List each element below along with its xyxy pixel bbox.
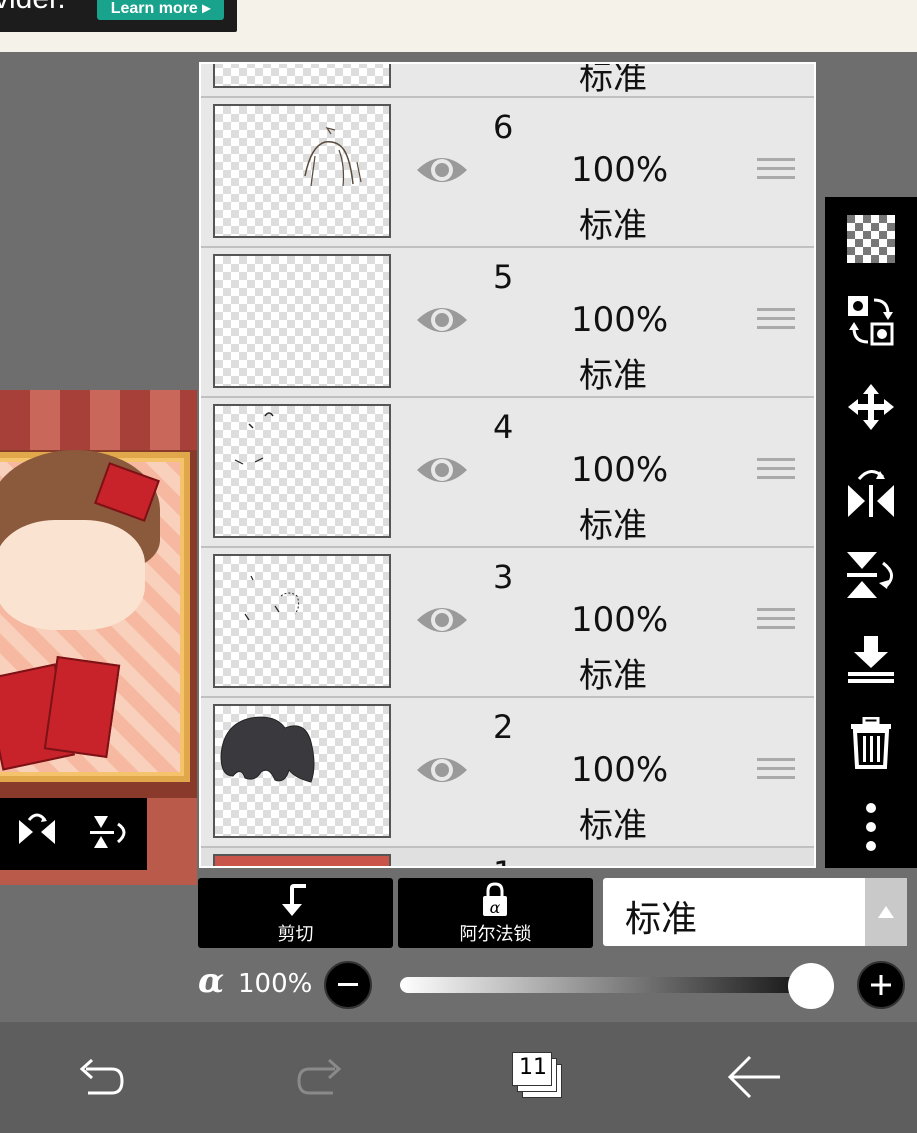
- redo-button[interactable]: [294, 1052, 346, 1102]
- layer-number: 3: [493, 558, 514, 596]
- layer-blend-mode: 标准: [579, 656, 647, 696]
- opacity-slider-handle[interactable]: [788, 963, 834, 1009]
- opacity-value: 100%: [238, 969, 313, 999]
- plus-icon: [871, 975, 891, 995]
- alpha-lock-label: 阿尔法锁: [459, 924, 532, 945]
- layer-opacity: 100%: [571, 450, 669, 490]
- layers-button[interactable]: 11: [512, 1052, 562, 1100]
- layer-row[interactable]: 6 100% 标准: [201, 98, 814, 248]
- canvas-transform-toolbar: [0, 798, 147, 870]
- layer-number: 1: [493, 854, 513, 866]
- flip-vertical-icon[interactable]: [88, 812, 132, 856]
- eye-icon[interactable]: [415, 600, 469, 640]
- redo-icon: [297, 1058, 342, 1095]
- layer-opacity: 100%: [571, 600, 669, 640]
- minus-icon: [338, 983, 358, 986]
- flip-vertical-icon[interactable]: [825, 545, 917, 605]
- back-button[interactable]: [726, 1052, 782, 1102]
- layer-number: 6: [493, 108, 514, 146]
- layer-blend-mode: 标准: [579, 206, 647, 246]
- layer-row[interactable]: 1: [201, 848, 814, 866]
- eye-icon[interactable]: [415, 750, 469, 790]
- layer-number: 5: [493, 258, 514, 296]
- layer-row[interactable]: 5 100% 标准: [201, 248, 814, 398]
- layer-blend-mode: 标准: [579, 806, 647, 846]
- bottom-nav: 11: [0, 1022, 917, 1133]
- layer-blend-mode: 标准: [579, 356, 647, 396]
- flip-horizontal-icon[interactable]: [825, 463, 917, 523]
- clipping-label: 剪切: [277, 924, 314, 945]
- more-options-icon[interactable]: [825, 797, 917, 857]
- eye-icon[interactable]: [415, 300, 469, 340]
- layer-number: 2: [493, 708, 514, 746]
- svg-text:α: α: [490, 898, 501, 917]
- alpha-symbol: α: [198, 961, 225, 1001]
- undo-button[interactable]: [75, 1052, 127, 1102]
- layer-blend-mode: 标准: [579, 62, 647, 98]
- swap-select-icon[interactable]: [825, 291, 917, 351]
- alpha-lock-button[interactable]: α 阿尔法锁: [398, 878, 593, 948]
- trash-icon[interactable]: [825, 713, 917, 773]
- opacity-slider[interactable]: [400, 977, 812, 993]
- layer-number: 4: [493, 408, 514, 446]
- ad-banner: vider. Learn more ▸: [0, 0, 917, 52]
- opacity-row: α 100%: [0, 955, 917, 1017]
- layer-thumbnail: [213, 404, 391, 538]
- layer-thumbnail: [213, 704, 391, 838]
- ad-text: vider.: [0, 0, 66, 16]
- opacity-decrease-button[interactable]: [324, 961, 372, 1009]
- layer-thumbnail: [213, 854, 391, 866]
- layer-row[interactable]: 标准: [201, 64, 814, 98]
- blend-mode-value: 标准: [625, 899, 698, 940]
- right-toolbar: [825, 197, 917, 868]
- layer-blend-mode: 标准: [579, 506, 647, 546]
- learn-more-button[interactable]: Learn more ▸: [97, 0, 224, 20]
- layer-thumbnail: [213, 104, 391, 238]
- opacity-increase-button[interactable]: [857, 961, 905, 1009]
- clipping-arrow-icon: [282, 884, 306, 916]
- layer-row[interactable]: 2 100% 标准: [201, 698, 814, 848]
- layer-opacity: 100%: [571, 300, 669, 340]
- move-icon[interactable]: [825, 377, 917, 437]
- flip-horizontal-icon[interactable]: [15, 812, 59, 856]
- drag-handle-icon[interactable]: [757, 458, 795, 488]
- layer-panel: 标准 6 100% 标准 5 100% 标准 4 100% 标准 3 100% 标准 2 100% 标准 1: [199, 62, 816, 868]
- drag-handle-icon[interactable]: [757, 158, 795, 188]
- lock-icon: α: [483, 882, 507, 917]
- undo-icon: [79, 1058, 124, 1095]
- drag-handle-icon[interactable]: [757, 758, 795, 788]
- eye-icon[interactable]: [415, 150, 469, 190]
- back-arrow-icon: [727, 1055, 780, 1099]
- blend-mode-select[interactable]: 标准: [603, 878, 907, 946]
- drag-handle-icon[interactable]: [757, 308, 795, 338]
- layer-thumbnail: [213, 554, 391, 688]
- transparency-checker-icon[interactable]: [825, 209, 917, 269]
- eye-icon[interactable]: [415, 450, 469, 490]
- blend-mode-dropdown-button[interactable]: [865, 878, 907, 946]
- clipping-button[interactable]: 剪切: [198, 878, 393, 948]
- drag-handle-icon[interactable]: [757, 608, 795, 638]
- layer-opacity: 100%: [571, 750, 669, 790]
- triangle-up-icon: [878, 906, 894, 918]
- layer-row[interactable]: 3 100% 标准: [201, 548, 814, 698]
- merge-down-icon[interactable]: [825, 629, 917, 689]
- layer-thumbnail: [213, 254, 391, 388]
- layers-count: 11: [519, 1055, 547, 1080]
- ad-content[interactable]: vider. Learn more ▸: [0, 0, 237, 32]
- layer-row[interactable]: 4 100% 标准: [201, 398, 814, 548]
- layer-opacity: 100%: [571, 150, 669, 190]
- layer-thumbnail: [213, 64, 391, 88]
- layer-list: 标准 6 100% 标准 5 100% 标准 4 100% 标准 3 100% 标准 2 100% 标准 1: [201, 64, 814, 866]
